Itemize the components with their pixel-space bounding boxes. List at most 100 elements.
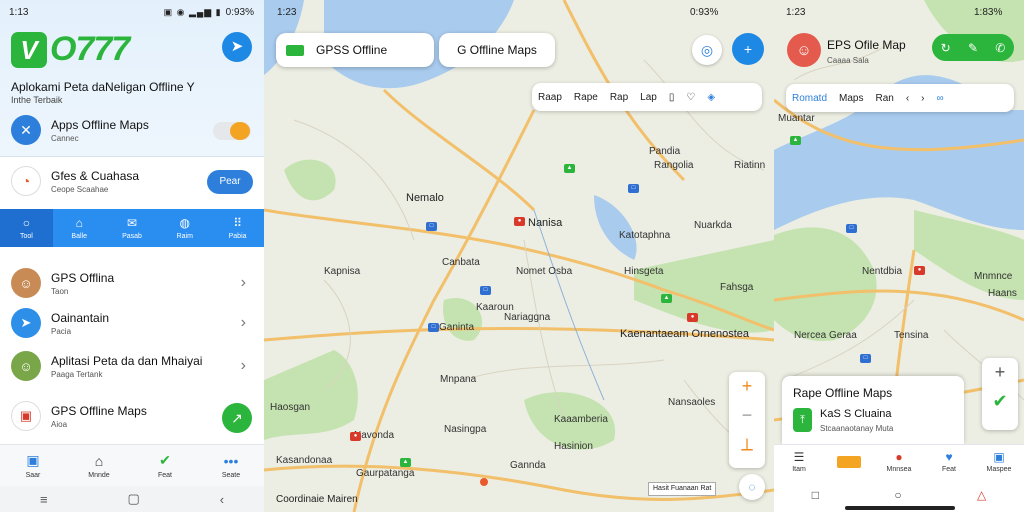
navigate-button[interactable]: ➤ <box>222 32 252 62</box>
zoom-out-button[interactable]: − <box>742 401 753 430</box>
page-subtitle: Inthe Terbaik <box>11 95 63 105</box>
add-button[interactable]: + <box>732 33 764 65</box>
compass-button[interactable]: ◎ <box>692 35 722 65</box>
nav-label: Saar <box>25 472 41 479</box>
zoom-in-button[interactable]: + <box>995 358 1006 387</box>
list-item[interactable]: ☺ Aplitasi Peta da dan Mhaiyai Paaga Tert… <box>0 344 264 388</box>
road-shield-icon: □ <box>428 323 439 332</box>
home-button-icon[interactable]: ○ <box>894 488 901 502</box>
tab-tool[interactable]: ○ Tool <box>0 209 53 247</box>
location-pin-icon: ● <box>514 217 525 226</box>
route-icon: ⤒ <box>793 408 812 432</box>
directions-icon[interactable]: ◈ <box>701 92 721 103</box>
recents-icon[interactable]: □ <box>812 488 819 502</box>
map-label: Kaaamberia <box>554 414 608 425</box>
location-pin-icon: ● <box>350 432 361 441</box>
tab-raim[interactable]: ◍ Raim <box>158 209 211 247</box>
bookmark-icon[interactable]: ▯ <box>663 92 681 103</box>
nav-seate[interactable]: ••• Seate <box>198 445 264 486</box>
map-view[interactable]: Nemalo Pandia Canbata Nanisa Kaaroun Nom… <box>264 0 774 512</box>
tab-bar: ○ Tool ⌂ Balle ✉ Pasab ◍ Raim ⠿ Pabia <box>0 209 264 247</box>
heart-icon[interactable]: ♡ <box>680 92 701 103</box>
chip[interactable]: Maps <box>833 93 869 104</box>
locate-button[interactable]: ◌ <box>739 474 765 500</box>
list-item[interactable]: ☺ GPS Offlina Taon › <box>0 261 264 305</box>
nav-feat[interactable]: ✔ Feat <box>132 445 198 486</box>
nav-label: Feat <box>157 472 172 479</box>
nav-feat[interactable]: ♥ Feat <box>924 445 974 478</box>
chevron-left-icon[interactable]: ‹ <box>900 93 915 104</box>
nav-mnnsea[interactable]: ● Mnnsea <box>874 445 924 478</box>
tab-balle[interactable]: ⌂ Balle <box>53 209 106 247</box>
heart-icon: ♥ <box>945 450 953 464</box>
list-title: GPS Offlina <box>51 270 115 285</box>
offline-maps-toggle[interactable] <box>213 122 251 140</box>
chip[interactable]: Lap <box>634 92 663 103</box>
home-button-icon[interactable]: ▢ <box>127 491 139 507</box>
nav-label: Maspee <box>986 466 1012 473</box>
pear-button[interactable]: Pear <box>207 170 253 194</box>
map-label: Riatinn <box>734 160 766 171</box>
recents-icon[interactable]: ≡ <box>40 492 48 507</box>
map-label: Nomet Osba <box>516 266 573 277</box>
row-title: Gfes & Cuahasa <box>51 168 140 183</box>
edit-icon[interactable]: ✎ <box>968 41 978 55</box>
alert-icon[interactable]: △ <box>977 488 986 502</box>
search-card[interactable]: GPSS Offline <box>276 33 434 67</box>
chip[interactable]: Raap <box>532 92 568 103</box>
layers-button[interactable]: ⟂ <box>741 430 753 459</box>
binoculars-icon[interactable]: ∞ <box>931 93 950 104</box>
map-label: Nasingpa <box>444 424 487 435</box>
chip[interactable]: Rape <box>568 92 604 103</box>
list-sub: Paaga Tertank <box>51 369 103 379</box>
home-icon: ⌂ <box>75 216 83 230</box>
refresh-icon[interactable]: ↻ <box>941 41 951 55</box>
map-label: Kasandonaa <box>276 455 333 466</box>
place-sheet[interactable]: Rape Offline Maps ⤒ KaS S Cluaina Stcaan… <box>782 376 964 444</box>
status-time: 1:23 <box>786 6 806 18</box>
map-label: Kapnisa <box>324 266 361 277</box>
nav-label: Mnnde <box>88 471 110 479</box>
zoom-in-button[interactable]: + <box>742 372 753 401</box>
list-item[interactable]: ➤ Oainantain Pacia › <box>0 301 264 345</box>
compass-icon: ◎ <box>700 41 714 58</box>
route-button[interactable]: ↗ <box>222 403 252 433</box>
filter-chips: Romatd Maps Ran ‹ › ∞ <box>786 84 1014 112</box>
square-icon: ▣ <box>26 452 40 468</box>
confirm-button[interactable]: ✔ <box>992 387 1007 416</box>
bottom-nav: ☰ Itam ● Mnnsea ♥ Feat ▣ Maspee <box>774 444 1024 478</box>
road-shield-icon: □ <box>846 224 857 233</box>
tab-pabia[interactable]: ⠿ Pabia <box>211 209 264 247</box>
avatar[interactable]: ☺ <box>787 33 821 67</box>
dots-icon: ••• <box>223 452 239 469</box>
chevron-right-icon: › <box>240 274 246 291</box>
map-label: Rangolia <box>654 160 694 171</box>
chip[interactable]: Romatd <box>786 93 833 104</box>
poi-dot-icon <box>480 478 488 486</box>
phone-icon[interactable]: ✆ <box>995 41 1005 55</box>
poi-marker-icon: ▲ <box>790 136 801 145</box>
chip[interactable]: Ran <box>869 93 899 104</box>
list-sub: Taon <box>51 286 69 296</box>
status-time: 1:23 <box>277 6 297 18</box>
nav-label: Mnnsea <box>886 466 912 473</box>
app-logo: V <box>11 32 47 68</box>
chevron-right-icon[interactable]: › <box>915 93 930 104</box>
wrench-icon: ✕ <box>11 115 41 145</box>
nav-mnnde[interactable]: ⌂ Mnnde <box>66 445 132 486</box>
chip[interactable]: Rap <box>604 92 634 103</box>
tab-pasab[interactable]: ✉ Pasab <box>106 209 159 247</box>
nav-saar[interactable]: ▣ Saar <box>0 445 66 486</box>
map-label: Nuarkda <box>694 220 732 231</box>
poi-marker-icon: ▲ <box>661 294 672 303</box>
nav-itam[interactable]: ☰ Itam <box>774 445 824 478</box>
nav-maspee[interactable]: ▣ Maspee <box>974 445 1024 478</box>
status-battery: 0:93% <box>690 6 719 18</box>
bookmark-icon: ▣ <box>993 450 1005 464</box>
back-icon[interactable]: ‹ <box>220 492 224 507</box>
nav-label: Itam <box>792 466 806 473</box>
zoom-controls: + − ⟂ <box>729 372 765 468</box>
offline-maps-card[interactable]: G Offline Maps <box>439 33 555 67</box>
nav-orange-tab[interactable] <box>824 445 874 478</box>
chevron-right-icon: › <box>240 314 246 331</box>
